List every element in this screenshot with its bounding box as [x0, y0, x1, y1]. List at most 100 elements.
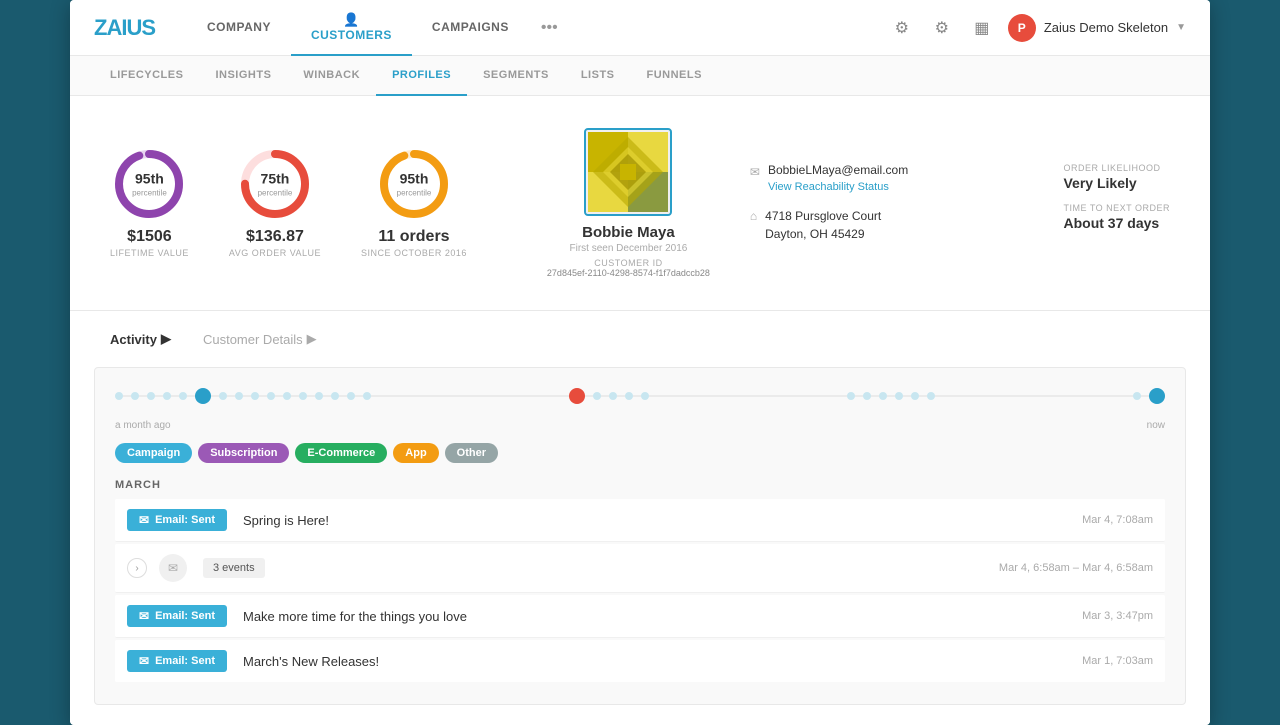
percentile-text-avg: percentile	[258, 189, 293, 198]
user-avatar: P	[1008, 14, 1036, 42]
tab-activity[interactable]: Activity ▶	[110, 331, 171, 347]
events-badge-2: 3 events	[203, 558, 265, 578]
email-icon-4: ✉	[139, 654, 149, 668]
metric-lifetime-value: 95th percentile $1506 LIFETIME VALUE	[110, 148, 189, 258]
nav-item-company[interactable]: COMPANY	[187, 0, 291, 56]
tdot-16	[593, 392, 601, 400]
location-icon: ⌂	[750, 209, 757, 223]
nav-item-customers[interactable]: 👤 CUSTOMERS	[291, 0, 412, 56]
customer-details-tab-label: Customer Details	[203, 332, 303, 347]
logo[interactable]: ZAIUS	[94, 15, 155, 41]
customer-details-tab-icon: ▶	[307, 331, 317, 347]
tdot-6	[219, 392, 227, 400]
timeline-dots-row	[115, 388, 1165, 404]
tdot-26	[1133, 392, 1141, 400]
sub-nav-winback[interactable]: WINBACK	[287, 56, 376, 96]
nav-item-campaigns[interactable]: CAMPAIGNS	[412, 0, 529, 56]
sub-nav-funnels[interactable]: FUNNELS	[631, 56, 718, 96]
expand-btn-2[interactable]: ›	[127, 558, 147, 578]
activity-row-1: ✉ Email: Sent Spring is Here! Mar 4, 7:0…	[115, 499, 1165, 542]
activity-tab-icon: ▶	[161, 331, 171, 347]
profile-contact: ✉ BobbieLMaya@email.com View Reachabilit…	[750, 163, 908, 243]
activity-row-2: › ✉ 3 events Mar 4, 6:58am – Mar 4, 6:58…	[115, 544, 1165, 593]
tdot-4	[163, 392, 171, 400]
user-name: Zaius Demo Skeleton	[1044, 20, 1168, 35]
activity-desc-3: Make more time for the things you love	[243, 609, 1082, 624]
app-container: ZAIUS COMPANY 👤 CUSTOMERS CAMPAIGNS ••• …	[70, 0, 1210, 725]
activity-row-4: ✉ Email: Sent March's New Releases! Mar …	[115, 640, 1165, 682]
reachability-link[interactable]: View Reachability Status	[768, 181, 889, 193]
email-sent-badge-4: ✉ Email: Sent	[127, 650, 227, 672]
donut-label-avg: 75th percentile	[258, 171, 293, 198]
tdot-12	[315, 392, 323, 400]
percentile-num-lifetime: 95th	[135, 171, 164, 187]
address-line1: 4718 Pursglove Court	[765, 207, 881, 225]
activity-section: Activity ▶ Customer Details ▶	[70, 311, 1210, 725]
donut-lifetime-value: 95th percentile	[113, 148, 185, 220]
tag-app[interactable]: App	[393, 443, 438, 463]
tag-campaign[interactable]: Campaign	[115, 443, 192, 463]
tdot-24	[911, 392, 919, 400]
order-likelihood-label: ORDER LIKELIHOOD	[1063, 163, 1170, 173]
activity-tab-label: Activity	[110, 332, 157, 347]
profile-name: Bobbie Maya	[582, 224, 675, 241]
user-initial: P	[1018, 21, 1026, 35]
tdot-15	[363, 392, 371, 400]
tdot-3	[147, 392, 155, 400]
tag-ecommerce[interactable]: E-Commerce	[295, 443, 387, 463]
activity-desc-1: Spring is Here!	[243, 513, 1082, 528]
filter-tags: Campaign Subscription E-Commerce App Oth…	[115, 443, 1165, 463]
badge-label-3: Email: Sent	[155, 610, 215, 622]
tag-other[interactable]: Other	[445, 443, 498, 463]
donut-orders: 95th percentile	[378, 148, 450, 220]
tdot-1	[115, 392, 123, 400]
tdot-9	[267, 392, 275, 400]
donut-label-orders: 95th percentile	[397, 171, 432, 198]
time-to-order-label: TIME TO NEXT ORDER	[1063, 203, 1170, 213]
timeline-start-label: a month ago	[115, 420, 171, 431]
profile-id: 27d845ef-2110-4298-8574-f1f7dadccb28	[547, 268, 710, 278]
activity-tabs: Activity ▶ Customer Details ▶	[94, 331, 1186, 347]
envelope-icon: ✉	[168, 561, 178, 575]
sub-nav-profiles[interactable]: PROFILES	[376, 56, 467, 96]
tdot-13	[331, 392, 339, 400]
tdot-19	[641, 392, 649, 400]
email-icon: ✉	[750, 165, 760, 179]
order-likelihood-value: Very Likely	[1063, 175, 1170, 191]
percentile-text-orders: percentile	[397, 189, 432, 198]
tdot-2	[131, 392, 139, 400]
events-count: 3 events	[213, 562, 255, 574]
percentile-num-avg: 75th	[261, 171, 290, 187]
timeline-label-row: a month ago now	[115, 420, 1165, 431]
order-likelihood-section: ORDER LIKELIHOOD Very Likely	[1063, 163, 1170, 191]
orders-label: SINCE OCTOBER 2016	[361, 248, 467, 258]
sub-nav-lifecycles[interactable]: LIFECYCLES	[94, 56, 199, 96]
user-badge[interactable]: P Zaius Demo Skeleton ▼	[1008, 14, 1186, 42]
tdot-10	[283, 392, 291, 400]
metrics: 95th percentile $1506 LIFETIME VALUE 75t…	[110, 148, 467, 258]
avg-order-amount: $136.87	[246, 228, 304, 246]
activity-desc-4: March's New Releases!	[243, 654, 1082, 669]
activity-row-3: ✉ Email: Sent Make more time for the thi…	[115, 595, 1165, 638]
contact-address-row: ⌂ 4718 Pursglove Court Dayton, OH 45429	[750, 207, 908, 243]
activity-time-4: Mar 1, 7:03am	[1082, 655, 1153, 667]
profile-id-label: CUSTOMER ID	[594, 258, 662, 268]
settings-icon-2[interactable]: ⚙	[928, 14, 956, 42]
tdot-pink	[569, 388, 585, 404]
badge-label-4: Email: Sent	[155, 655, 215, 667]
tdot-5	[179, 392, 187, 400]
order-info: ORDER LIKELIHOOD Very Likely TIME TO NEX…	[1063, 163, 1170, 243]
settings-icon-1[interactable]: ⚙	[888, 14, 916, 42]
metric-avg-order: 75th percentile $136.87 AVG ORDER VALUE	[229, 148, 321, 258]
time-to-order-section: TIME TO NEXT ORDER About 37 days	[1063, 203, 1170, 231]
lifetime-value-label: LIFETIME VALUE	[110, 248, 189, 258]
chart-icon[interactable]: ▦	[968, 14, 996, 42]
sub-nav-segments[interactable]: SEGMENTS	[467, 56, 565, 96]
nav-more-dots[interactable]: •••	[529, 19, 570, 37]
sub-nav-insights[interactable]: INSIGHTS	[199, 56, 287, 96]
tag-subscription[interactable]: Subscription	[198, 443, 289, 463]
tab-customer-details[interactable]: Customer Details ▶	[203, 331, 317, 347]
percentile-text-lifetime: percentile	[132, 189, 167, 198]
address-line2: Dayton, OH 45429	[765, 225, 881, 243]
sub-nav-lists[interactable]: LISTS	[565, 56, 631, 96]
